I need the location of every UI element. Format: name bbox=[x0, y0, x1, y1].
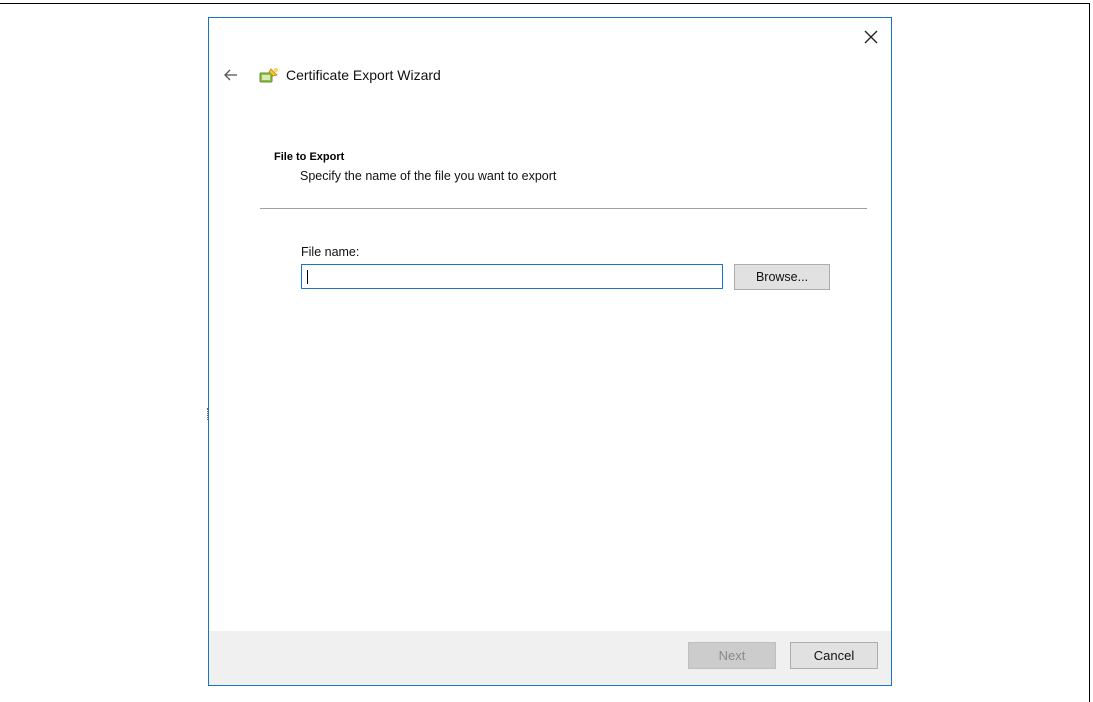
screen-frame-top bbox=[0, 3, 1089, 4]
cancel-button[interactable]: Cancel bbox=[790, 642, 878, 669]
close-icon bbox=[864, 30, 878, 44]
dialog-footer: Next Cancel bbox=[209, 631, 891, 685]
certificate-export-dialog: Certificate Export Wizard File to Export… bbox=[208, 17, 892, 686]
wizard-title: Certificate Export Wizard bbox=[286, 67, 441, 83]
certificate-wizard-icon bbox=[258, 66, 280, 86]
header-divider bbox=[260, 208, 867, 209]
browse-button[interactable]: Browse... bbox=[734, 264, 830, 290]
next-button[interactable]: Next bbox=[688, 642, 776, 669]
file-name-input[interactable] bbox=[301, 264, 723, 289]
back-button[interactable] bbox=[219, 65, 243, 85]
text-caret bbox=[307, 270, 308, 284]
file-name-label: File name: bbox=[301, 245, 360, 259]
close-button[interactable] bbox=[857, 24, 885, 50]
section-description: Specify the name of the file you want to… bbox=[300, 169, 557, 183]
screen-frame-right bbox=[1089, 3, 1090, 702]
section-title: File to Export bbox=[274, 151, 345, 163]
back-arrow-icon bbox=[224, 69, 237, 81]
